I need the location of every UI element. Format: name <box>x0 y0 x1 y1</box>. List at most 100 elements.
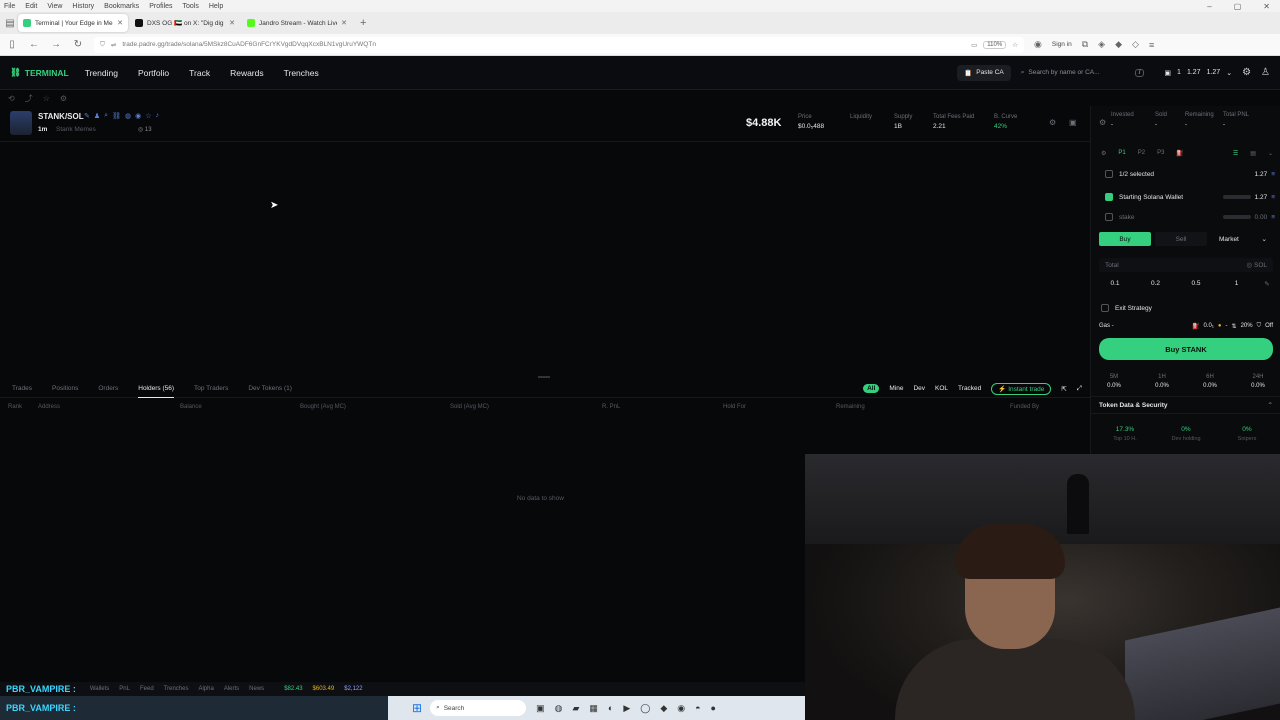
taskbar-search[interactable]: ⌕ Search <box>430 700 527 716</box>
menu-tools[interactable]: Tools <box>183 3 199 10</box>
list-icon[interactable]: ☰ <box>1233 150 1238 157</box>
amount-button[interactable]: 1 <box>1221 280 1253 288</box>
chart-area[interactable]: ➤ <box>0 142 1090 378</box>
filter-mine[interactable]: Mine <box>889 385 903 392</box>
preset-p3[interactable]: P3 <box>1157 150 1164 157</box>
maximize-icon[interactable]: ▢ <box>1234 2 1242 11</box>
sidebar-toggle-icon[interactable]: ▯ <box>6 39 18 50</box>
youtube-icon[interactable]: ▶ <box>623 703 630 714</box>
footer-alerts[interactable]: Alerts <box>224 686 239 692</box>
user-icon[interactable]: ♟ <box>94 112 100 120</box>
buy-token-button[interactable]: Buy STANK <box>1099 338 1273 360</box>
account-icon[interactable]: ◉ <box>1034 39 1042 50</box>
tab-orders[interactable]: Orders <box>98 380 118 398</box>
tab-trades[interactable]: Trades <box>12 380 32 398</box>
settings-icon[interactable]: ⚙ <box>1099 118 1106 127</box>
expand-icon[interactable]: ⤢ <box>1077 385 1082 393</box>
pocket-icon[interactable]: ◈ <box>1098 39 1105 50</box>
wallet-checkbox[interactable] <box>1105 193 1113 201</box>
menu-hamburger-icon[interactable]: ≡ <box>1149 40 1154 50</box>
nav-trenches[interactable]: Trenches <box>284 68 319 78</box>
user-profile-icon[interactable]: ♙ <box>1261 67 1270 78</box>
wallet-selector[interactable]: ▣ 1 1.27 1.27 ⌄ <box>1164 69 1232 77</box>
tab-dev-tokens[interactable]: Dev Tokens (1) <box>248 380 292 398</box>
fuel-icon[interactable]: ⛽ <box>1176 150 1183 157</box>
tab-list-icon[interactable]: ▤ <box>4 18 16 29</box>
amount-button[interactable]: 0.1 <box>1099 280 1131 288</box>
reader-icon[interactable]: ▭ <box>971 41 977 49</box>
task-view-icon[interactable]: ▣ <box>536 703 545 714</box>
share-icon[interactable]: ⇱ <box>1061 385 1066 393</box>
star-icon[interactable]: ☆ <box>145 112 151 120</box>
extension-3-icon[interactable]: ◇ <box>1132 39 1139 50</box>
menu-profiles[interactable]: Profiles <box>149 3 172 10</box>
opera-icon[interactable]: ◯ <box>640 703 650 714</box>
close-window-icon[interactable]: ✕ <box>1263 2 1270 11</box>
footer-feed[interactable]: Feed <box>140 686 154 692</box>
preset-p1[interactable]: P1 <box>1118 150 1125 157</box>
teams-icon[interactable]: ◆ <box>660 703 667 714</box>
globe-icon[interactable]: ◍ <box>125 112 131 120</box>
sell-tab[interactable]: Sell <box>1155 232 1207 246</box>
edge-icon[interactable]: ◐ <box>608 703 613 714</box>
close-tab-icon[interactable]: ✕ <box>229 19 235 27</box>
nav-rewards[interactable]: Rewards <box>230 68 264 78</box>
star-icon[interactable]: ☆ <box>43 94 50 103</box>
select-all-checkbox[interactable] <box>1105 170 1113 178</box>
filter-all[interactable]: All <box>863 384 880 393</box>
chart-line-icon[interactable]: ⤴ <box>25 93 33 104</box>
preset-p2[interactable]: P2 <box>1138 150 1145 157</box>
col-balance[interactable]: Balance <box>180 404 202 410</box>
wallet-checkbox[interactable] <box>1105 213 1113 221</box>
tab-holders[interactable]: Holders (56) <box>138 380 175 398</box>
nav-track[interactable]: Track <box>189 68 210 78</box>
settings-icon[interactable]: ⚙ <box>1101 150 1106 157</box>
menu-bookmarks[interactable]: Bookmarks <box>104 3 139 10</box>
history-icon[interactable]: ⟲ <box>8 94 15 103</box>
wallet-row[interactable]: stake 0.00 ≡ <box>1105 209 1275 225</box>
nav-trending[interactable]: Trending <box>85 68 118 78</box>
reload-icon[interactable]: ↻ <box>72 39 84 50</box>
sign-in-link[interactable]: Sign in <box>1052 41 1072 48</box>
col-rpnl[interactable]: R. PnL <box>602 404 620 410</box>
layout-icon[interactable]: ▣ <box>1069 118 1077 127</box>
timeframe-6h[interactable]: 6H 0.0% <box>1195 374 1225 389</box>
browser-tab-x[interactable]: DXS OG 🇦🇪 on X: "Dig dig cat is ✕ <box>130 14 240 32</box>
wallet-row[interactable]: Starting Solana Wallet 1.27 ≡ <box>1105 189 1275 205</box>
edit-icon[interactable]: ✎ <box>1261 280 1273 288</box>
back-icon[interactable]: ← <box>28 39 40 50</box>
col-funded-by[interactable]: Funded By <box>1010 404 1039 410</box>
forward-icon[interactable]: → <box>50 39 62 50</box>
browser-tab-terminal[interactable]: Terminal | Your Edge in Me ✕ <box>18 14 128 32</box>
col-bought[interactable]: Bought (Avg MC) <box>300 404 346 410</box>
footer-news[interactable]: News <box>249 686 264 692</box>
filter-kol[interactable]: KOL <box>935 385 948 392</box>
col-rank[interactable]: Rank <box>8 404 22 410</box>
timeframe-24h[interactable]: 24H 0.0% <box>1243 374 1273 389</box>
browser-tab-kick[interactable]: Jandro Stream - Watch Live on ✕ <box>242 14 352 32</box>
token-search-input[interactable]: ⌕ Search by name or CA... <box>1021 65 1125 81</box>
menu-edit[interactable]: Edit <box>25 3 37 10</box>
url-bar[interactable]: ⛉ ⇌ trade.padre.gg/trade/solana/5MSkz8Cu… <box>94 36 1024 53</box>
close-tab-icon[interactable]: ✕ <box>341 19 347 27</box>
bell-icon[interactable]: ♪ <box>155 112 159 120</box>
amount-button[interactable]: 0.5 <box>1180 280 1212 288</box>
footer-alpha[interactable]: Alpha <box>198 686 213 692</box>
settings-icon[interactable]: ⚙ <box>60 94 67 103</box>
folder-icon[interactable]: ▰ <box>572 703 579 714</box>
total-input[interactable]: Total ◎ SOL <box>1099 258 1273 272</box>
exit-strategy[interactable]: Exit Strategy <box>1101 304 1152 312</box>
token-security-header[interactable]: Token Data & Security ⌃ <box>1091 396 1280 414</box>
chrome-icon[interactable]: ◍ <box>555 703 563 714</box>
order-type-select[interactable]: Market ⌄ <box>1213 232 1273 246</box>
minimize-icon[interactable]: – <box>1207 2 1211 11</box>
firefox-icon[interactable]: ◓ <box>695 703 700 714</box>
nav-portfolio[interactable]: Portfolio <box>138 68 169 78</box>
spotify-icon[interactable]: ● <box>711 703 716 714</box>
col-hold-for[interactable]: Hold For <box>723 404 746 410</box>
extension-2-icon[interactable]: ◆ <box>1115 39 1122 50</box>
menu-view[interactable]: View <box>47 3 62 10</box>
pill-icon[interactable]: ◉ <box>135 112 141 120</box>
extension-icon[interactable]: ⧉ <box>1082 39 1088 50</box>
settings-gear-icon[interactable]: ⚙ <box>1242 67 1251 78</box>
